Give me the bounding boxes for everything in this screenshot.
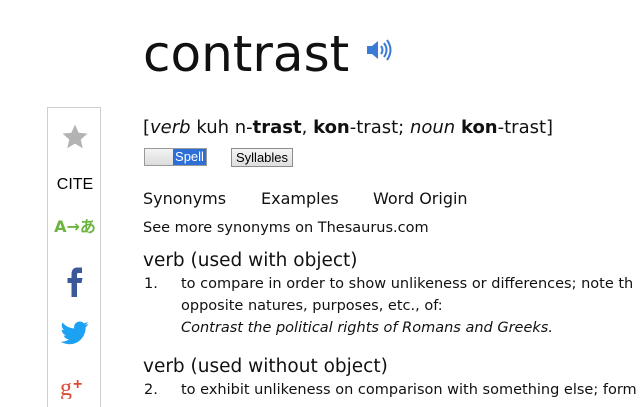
pron-syllable: n- [234,117,253,138]
definition-text: opposite natures, purposes, etc., of: [181,298,443,314]
definition-text: to exhibit unlikeness on comparison with… [181,382,637,398]
pron-syllable: -trast; [349,117,405,138]
tab-synonyms[interactable]: Synonyms [143,189,226,209]
cite-label: CITE [56,176,94,193]
pron-pos-noun: noun [409,117,456,138]
definition-text: to compare in order to show unlikeness o… [181,276,634,292]
pron-stressed-syllable: trast [252,117,302,138]
pron-separator: , [301,117,308,138]
headword: contrast [143,25,350,83]
pron-stressed-syllable: kon [460,117,498,138]
pos-heading: verb (used with object) [143,250,358,271]
pron-pos-verb: verb [150,117,191,138]
favorite-button[interactable] [48,122,102,152]
svg-text:g: g [60,375,72,399]
facebook-share-button[interactable] [48,266,102,298]
pron-bracket-open: [ [143,117,151,138]
pron-stressed-syllable: kon [313,117,350,138]
svg-text:+: + [73,376,82,393]
translate-button[interactable]: A→あ [48,212,102,238]
definition-number: 1. [144,276,158,292]
pron-bracket-close: ] [546,117,554,138]
google-plus-icon: g + [60,375,82,399]
syllables-button[interactable]: Syllables [231,148,294,167]
facebook-icon [67,267,83,297]
tab-examples[interactable]: Examples [261,189,339,209]
google-plus-share-button[interactable]: g + [48,370,102,402]
translate-icon: A→あ [54,217,96,236]
twitter-share-button[interactable] [48,318,102,348]
spell-toggle-label: Spell [173,149,206,165]
pron-syllable: kuh [196,117,230,138]
tab-word-origin[interactable]: Word Origin [373,189,468,209]
spell-toggle[interactable]: Spell [144,148,207,166]
pron-syllable: -trast [497,117,547,138]
definition-number: 2. [144,382,158,398]
share-sidebar: CITE A→あ g + [47,107,101,407]
pos-heading: verb (used without object) [143,356,388,377]
twitter-icon [61,321,89,345]
pronunciation: [verb kuh n-trast, kon-trast; noun kon-t… [143,116,553,140]
speaker-icon[interactable] [364,36,394,64]
cite-button[interactable]: CITE [48,174,102,196]
thesaurus-link[interactable]: See more synonyms on Thesaurus.com [143,218,429,238]
definition-example: Contrast the political rights of Romans … [181,320,553,336]
star-icon [62,124,88,149]
